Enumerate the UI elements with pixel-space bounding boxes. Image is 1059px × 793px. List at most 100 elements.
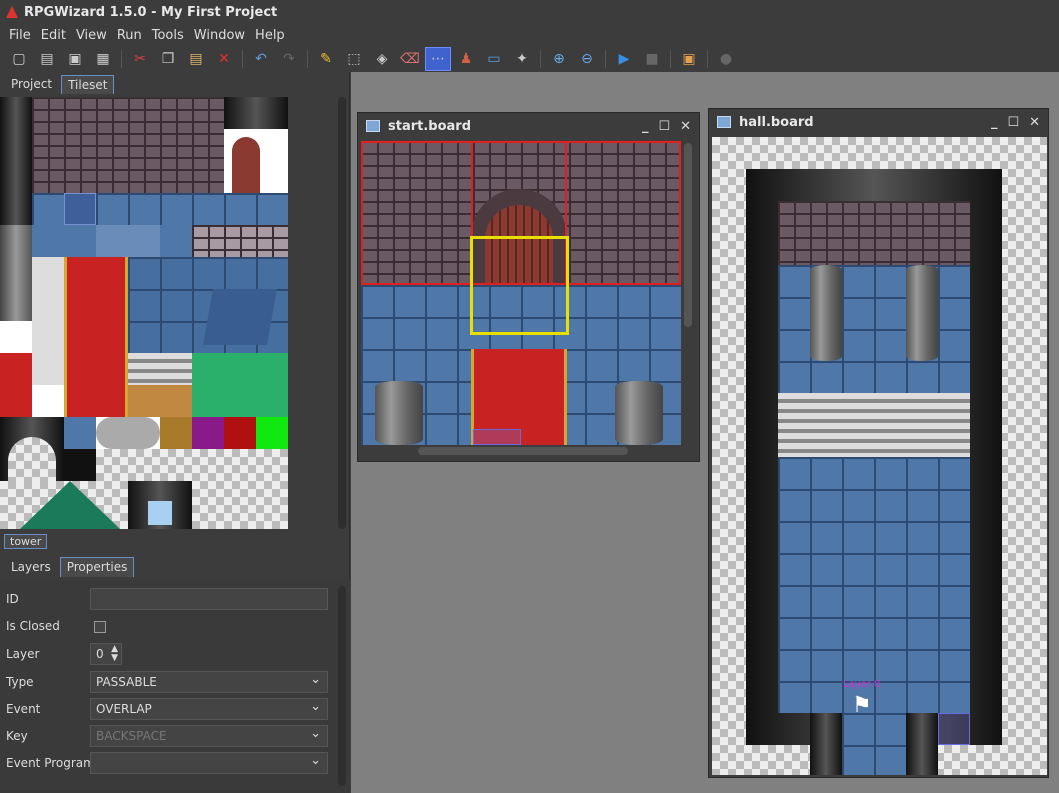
menu-tools[interactable]: Tools <box>147 28 189 43</box>
menu-file[interactable]: File <box>4 28 36 43</box>
event-program-select[interactable] <box>90 752 328 774</box>
package-icon[interactable]: ▣ <box>676 47 702 71</box>
stop-icon[interactable]: ■ <box>639 47 665 71</box>
tile[interactable] <box>0 353 32 417</box>
start-flag-icon[interactable]: ⚑ <box>852 693 872 718</box>
tile[interactable] <box>64 257 128 417</box>
window-title: RPGWizard 1.5.0 - My First Project <box>24 4 278 20</box>
save-icon[interactable]: ▣ <box>62 47 88 71</box>
menu-view[interactable]: View <box>71 28 112 43</box>
sprite-icon[interactable]: ♟ <box>453 47 479 71</box>
save-all-icon[interactable]: ▦ <box>90 47 116 71</box>
type-select[interactable]: PASSABLE <box>90 671 328 693</box>
tileset-palette[interactable] <box>0 97 288 529</box>
type-label: Type <box>6 675 34 689</box>
menu-help[interactable]: Help <box>250 28 290 43</box>
tile[interactable] <box>224 417 256 449</box>
delete-icon[interactable]: ✕ <box>211 47 237 71</box>
tile[interactable] <box>32 257 64 385</box>
tile[interactable] <box>232 137 260 193</box>
tile[interactable] <box>128 385 192 417</box>
start-board-titlebar[interactable]: start.board _ ☐ ✕ <box>358 113 699 139</box>
key-select[interactable]: BACKSPACE <box>90 725 328 747</box>
copy-icon[interactable]: ❐ <box>155 47 181 71</box>
tab-project[interactable]: Project <box>4 74 59 94</box>
id-field[interactable] <box>90 588 328 610</box>
minimize-icon[interactable]: _ <box>991 115 998 130</box>
pencil-icon[interactable]: ✎ <box>313 47 339 71</box>
tile[interactable] <box>96 417 160 449</box>
hall-board-titlebar[interactable]: hall.board _ ☐ ✕ <box>709 109 1048 135</box>
tile[interactable] <box>224 97 288 129</box>
event-select[interactable]: OVERLAP <box>90 698 328 720</box>
hall-floor <box>778 265 970 713</box>
tile[interactable] <box>192 353 288 417</box>
tile[interactable] <box>160 417 192 449</box>
window-controls: _ ☐ ✕ <box>642 119 699 134</box>
event-region[interactable] <box>473 429 521 445</box>
tile[interactable] <box>32 225 96 257</box>
run-icon[interactable]: ▶ <box>611 47 637 71</box>
new-file-icon[interactable]: ▤ <box>34 47 60 71</box>
start-board-canvas[interactable] <box>361 141 681 445</box>
maximize-icon[interactable]: ☐ <box>1007 115 1019 130</box>
eraser-icon[interactable]: ⌫ <box>397 47 423 71</box>
toolbar-divider <box>670 50 671 68</box>
layer-label: Layer <box>6 647 40 661</box>
layer-spinner[interactable]: 0 ▲ ▼ <box>90 643 122 665</box>
paste-icon[interactable]: ▤ <box>183 47 209 71</box>
tab-properties[interactable]: Properties <box>59 557 135 577</box>
start-board-hscroll[interactable] <box>418 447 628 455</box>
tab-layers[interactable]: Layers <box>4 557 58 577</box>
pillar <box>906 265 938 361</box>
menu-run[interactable]: Run <box>112 28 147 43</box>
tile[interactable] <box>32 97 224 193</box>
fill-icon[interactable]: ◈ <box>369 47 395 71</box>
tile[interactable] <box>64 449 96 481</box>
hall-board-canvas[interactable]: Layer 0 ⚑ <box>712 137 1047 775</box>
tile[interactable] <box>160 225 192 257</box>
hall-board-title: hall.board <box>739 114 814 130</box>
event-region[interactable] <box>938 713 970 745</box>
start-board-vscroll[interactable] <box>684 143 692 327</box>
tile[interactable] <box>203 289 277 345</box>
new-project-icon[interactable]: ▢ <box>6 47 32 71</box>
key-label: Key <box>6 729 28 743</box>
is-closed-checkbox[interactable] <box>94 621 106 633</box>
tile[interactable] <box>0 225 32 321</box>
spinner-arrows-icon[interactable]: ▲ ▼ <box>111 645 118 663</box>
undo-icon[interactable]: ↶ <box>248 47 274 71</box>
maximize-icon[interactable]: ☐ <box>658 119 670 134</box>
selected-tile-outline[interactable] <box>470 236 569 335</box>
close-icon[interactable]: ✕ <box>680 119 691 134</box>
tile[interactable] <box>192 417 224 449</box>
record-icon[interactable]: ● <box>713 47 739 71</box>
tile[interactable] <box>256 417 288 449</box>
tile[interactable] <box>148 501 172 525</box>
menu-window[interactable]: Window <box>189 28 250 43</box>
tile[interactable] <box>64 193 96 225</box>
redo-icon[interactable]: ↷ <box>276 47 302 71</box>
layer-label-overlay: Layer 0 <box>843 679 881 690</box>
toolbar-divider <box>540 50 541 68</box>
close-icon[interactable]: ✕ <box>1029 115 1040 130</box>
tab-tileset[interactable]: Tileset <box>61 75 115 94</box>
tile[interactable] <box>96 225 160 257</box>
zoom-in-icon[interactable]: ⊕ <box>546 47 572 71</box>
tile[interactable] <box>8 437 56 481</box>
tile[interactable] <box>96 449 288 529</box>
menu-edit[interactable]: Edit <box>36 28 71 43</box>
selection-icon[interactable]: ⬚ <box>341 47 367 71</box>
cut-icon[interactable]: ✂ <box>127 47 153 71</box>
vector-icon[interactable]: ⋯ <box>425 47 451 71</box>
minimize-icon[interactable]: _ <box>642 119 649 134</box>
properties-scrollbar[interactable] <box>338 586 346 786</box>
tile[interactable] <box>192 225 288 257</box>
tile[interactable] <box>128 353 192 385</box>
image-icon[interactable]: ▭ <box>481 47 507 71</box>
zoom-out-icon[interactable]: ⊖ <box>574 47 600 71</box>
tile[interactable] <box>0 97 32 225</box>
light-icon[interactable]: ✦ <box>509 47 535 71</box>
tileset-tab-tower[interactable]: tower <box>4 534 48 549</box>
tileset-scrollbar[interactable] <box>338 97 346 529</box>
